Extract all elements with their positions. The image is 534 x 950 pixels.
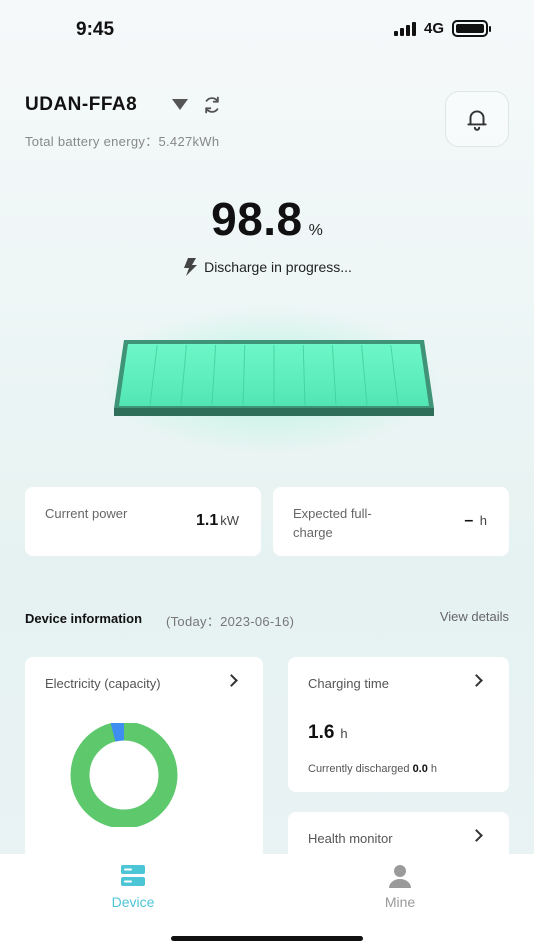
current-power-unit: kW: [220, 513, 239, 528]
battery-percent-value: 98.8: [211, 193, 303, 245]
discharged-unit: h: [430, 763, 438, 775]
tab-device[interactable]: Device: [73, 864, 193, 910]
discharge-status: Discharge in progress...: [0, 258, 534, 276]
battery-status-icon: [452, 20, 491, 37]
discharged-info: Currently discharged 0.0 h: [308, 763, 437, 775]
notification-button[interactable]: [445, 91, 509, 147]
capacity-donut-chart: [70, 723, 178, 827]
person-icon: [389, 865, 411, 888]
dropdown-triangle-icon[interactable]: [172, 99, 188, 110]
current-power-label: Current power: [45, 506, 128, 521]
battery-visual: [114, 340, 434, 416]
electricity-card[interactable]: Electricity (capacity): [25, 657, 263, 877]
donut-track: [70, 723, 178, 827]
battery-percent: 98.8%: [0, 192, 534, 246]
network-type: 4G: [423, 20, 444, 37]
device-icon: [121, 865, 145, 886]
status-time: 9:45: [76, 19, 115, 40]
battery-bottom-edge: [114, 408, 434, 416]
charging-time-number: 1.6: [308, 722, 335, 743]
chevron-right-icon: [470, 829, 483, 842]
discharge-status-text: Discharge in progress...: [204, 259, 352, 275]
electricity-title: Electricity (capacity): [45, 676, 161, 691]
expected-full-charge-number: –: [464, 512, 474, 529]
status-indicators: 4G: [393, 20, 491, 37]
view-details-link[interactable]: View details: [440, 609, 509, 624]
current-power-number: 1.1: [195, 512, 219, 529]
home-indicator: [171, 936, 363, 941]
signal-icon: [393, 21, 416, 36]
total-energy-label: Total battery energy：5.427kWh: [25, 134, 220, 149]
expected-full-charge-label: Expected full-charge: [293, 506, 372, 540]
tab-mine[interactable]: Mine: [340, 864, 460, 910]
discharged-label: Currently discharged: [308, 763, 410, 775]
lightning-icon: [184, 258, 198, 276]
expected-full-charge-card: Expected full-charge – h: [273, 487, 509, 556]
chevron-right-icon: [470, 674, 483, 687]
charging-time-unit: h: [340, 726, 348, 741]
expected-full-charge-value: – h: [464, 512, 487, 530]
device-info-date: (Today：2023-06-16): [166, 614, 295, 629]
current-power-card: Current power 1.1 kW: [25, 487, 261, 556]
charging-time-value: 1.6 h: [308, 722, 348, 744]
device-info-title: Device information: [25, 611, 143, 626]
battery-percent-unit: %: [308, 222, 323, 239]
discharged-value: 0.0: [412, 763, 428, 775]
refresh-icon[interactable]: [202, 95, 222, 115]
charging-time-title: Charging time: [308, 676, 389, 691]
tab-device-label: Device: [111, 894, 155, 910]
health-monitor-title: Health monitor: [308, 831, 393, 846]
device-name[interactable]: UDAN-FFA8: [25, 94, 137, 116]
bell-icon: [467, 110, 487, 131]
status-bar: 9:45 4G: [0, 0, 534, 60]
chevron-right-icon: [225, 674, 238, 687]
current-power-value: 1.1 kW: [196, 512, 239, 530]
tab-mine-label: Mine: [384, 894, 416, 910]
expected-full-charge-unit: h: [479, 513, 487, 528]
charging-time-card[interactable]: Charging time 1.6 h Currently discharged …: [288, 657, 509, 792]
